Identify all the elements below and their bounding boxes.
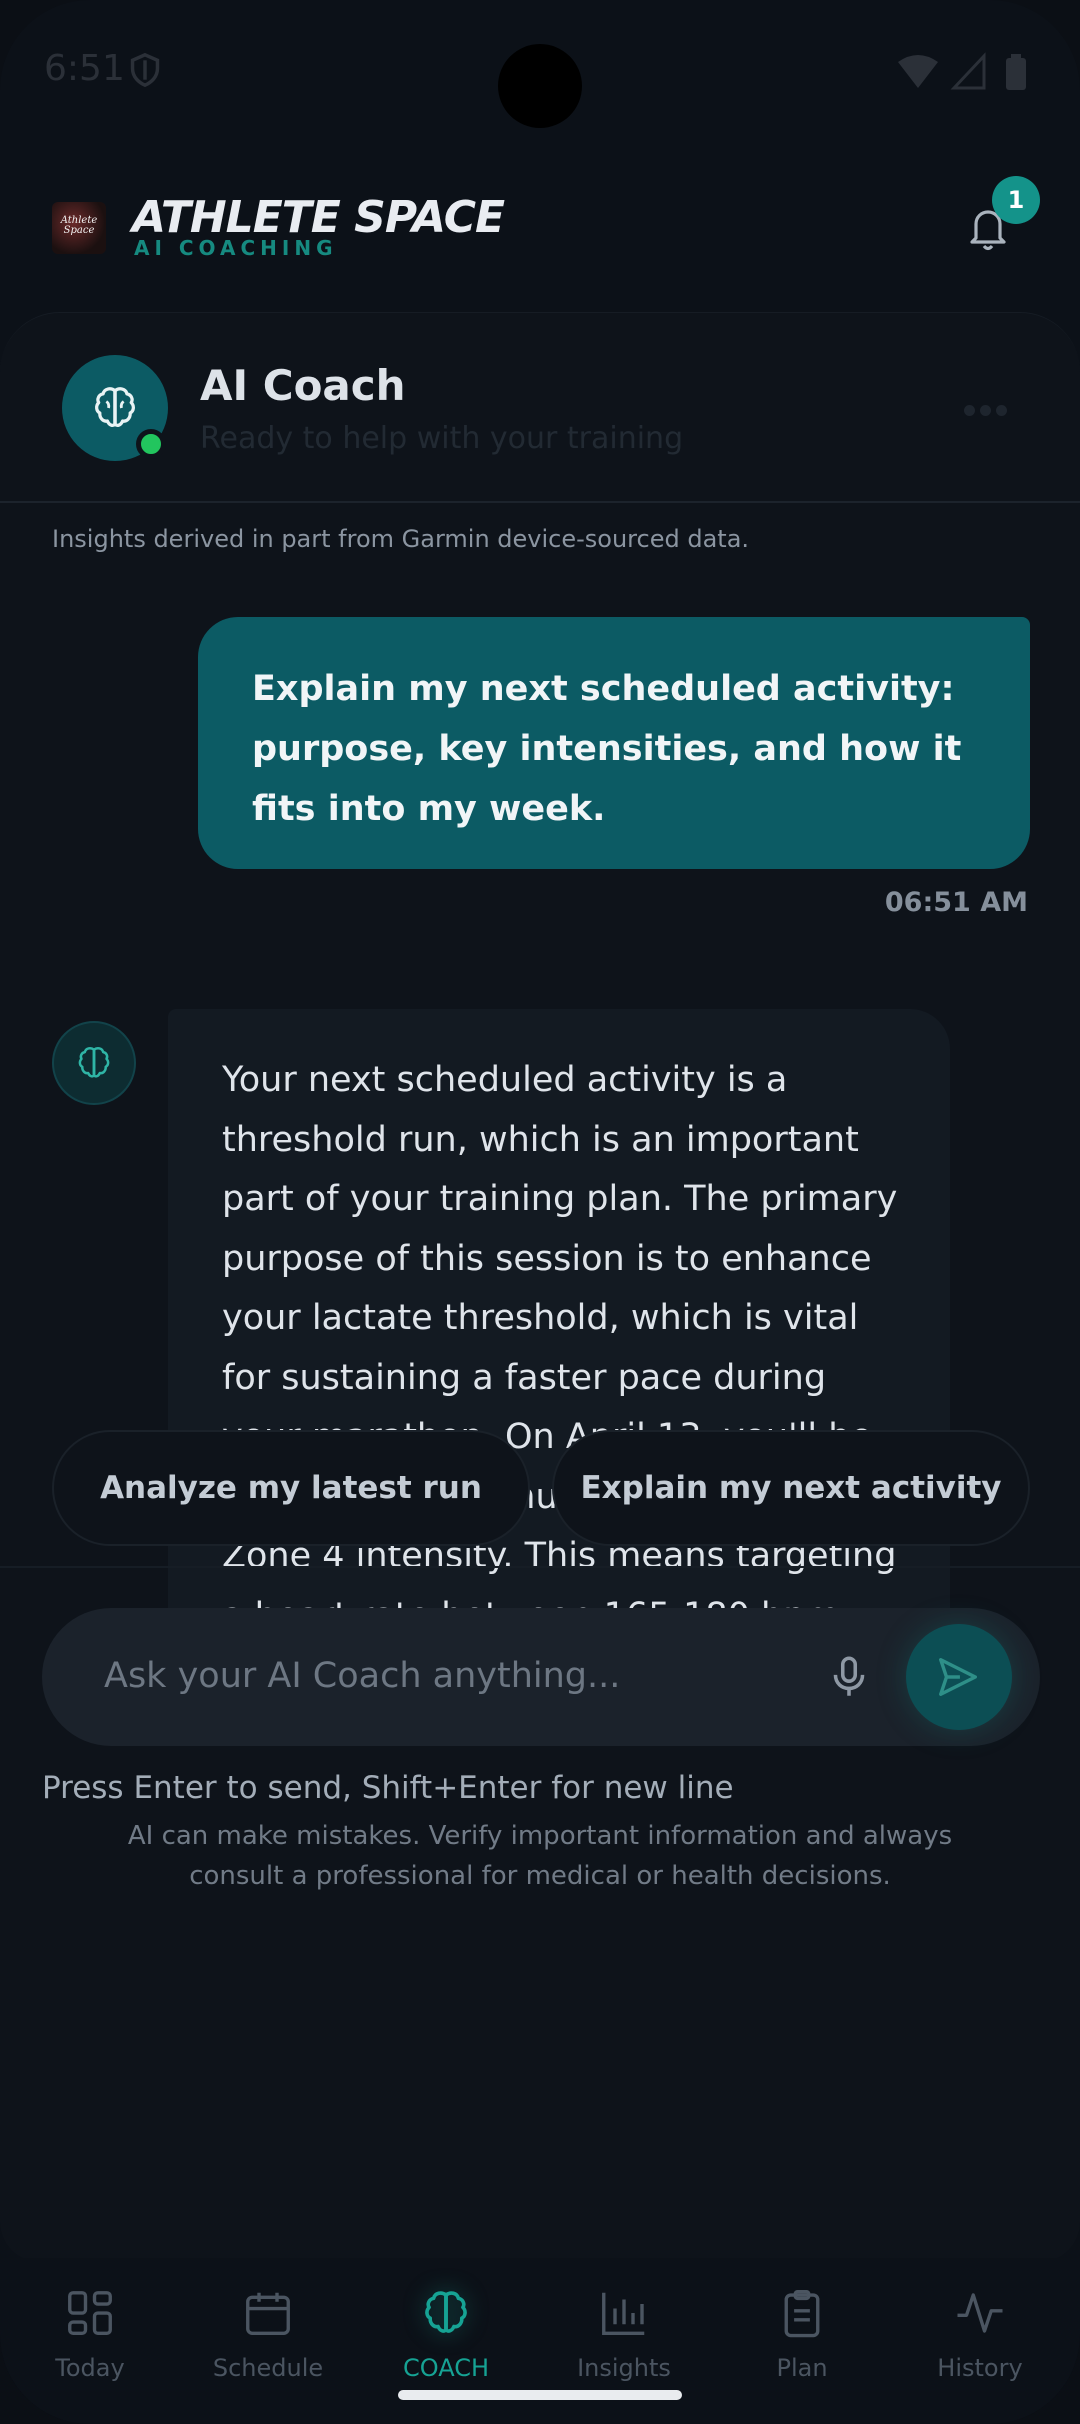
- assistant-avatar: [52, 1021, 136, 1105]
- composer-hint: Press Enter to send, Shift+Enter for new…: [42, 1770, 734, 1806]
- suggestion-analyze-latest-run[interactable]: Analyze my latest run: [52, 1430, 530, 1546]
- ai-disclaimer: AI can make mistakes. Verify important i…: [127, 1821, 953, 1891]
- chat-panel: AI Coach Ready to help with your trainin…: [0, 312, 1080, 2262]
- nav-label: COACH: [402, 2354, 490, 2382]
- nav-label: Insights: [577, 2354, 671, 2382]
- nav-history[interactable]: History: [890, 2258, 1070, 2424]
- shield-icon: [130, 52, 160, 88]
- nav-label: Schedule: [212, 2354, 324, 2382]
- brain-icon: [95, 387, 135, 427]
- nav-today[interactable]: Today: [0, 2258, 180, 2424]
- home-indicator[interactable]: [398, 2390, 682, 2400]
- brain-icon: [78, 1047, 110, 1078]
- nav-label: Today: [55, 2354, 125, 2382]
- message-timestamp: 06:51 AM: [884, 887, 1028, 918]
- dashboard-icon: [68, 2291, 112, 2335]
- nav-label: History: [937, 2354, 1023, 2382]
- clipboard-icon: [784, 2289, 820, 2338]
- send-button[interactable]: [906, 1624, 1012, 1730]
- brand-subtitle: AI COACHING: [134, 236, 338, 260]
- notification-badge: 1: [992, 176, 1040, 224]
- camera-cutout: [498, 44, 582, 128]
- status-icons: [898, 52, 1026, 90]
- app-logo: Athlete Space: [52, 202, 106, 254]
- online-status-dot: [136, 429, 166, 459]
- chat-input[interactable]: [104, 1648, 804, 1704]
- divider: [0, 1566, 1080, 1568]
- nav-plan[interactable]: Plan: [712, 2258, 892, 2424]
- user-message-bubble: Explain my next scheduled activity: purp…: [198, 617, 1030, 869]
- bar-chart-icon: [602, 2292, 645, 2335]
- suggestion-explain-next-activity[interactable]: Explain my next activity: [552, 1430, 1030, 1546]
- microphone-icon[interactable]: [824, 1652, 874, 1702]
- status-time: 6:51: [44, 48, 125, 89]
- calendar-icon: [246, 2292, 290, 2335]
- send-icon: [939, 1658, 977, 1696]
- activity-icon: [957, 2293, 1003, 2333]
- coach-status: Ready to help with your training: [200, 421, 684, 456]
- message-composer: [42, 1608, 1040, 1746]
- phone-screen: 6:51 Athlete Space ATHLETE SPACE AI COAC…: [0, 0, 1080, 2424]
- signal-icon: [950, 52, 986, 90]
- coach-name: AI Coach: [200, 361, 406, 410]
- status-bar: 6:51: [0, 0, 1080, 140]
- battery-icon: [1006, 54, 1026, 90]
- wifi-icon: [898, 55, 938, 88]
- app-header: Athlete Space ATHLETE SPACE AI COACHING: [0, 170, 1080, 320]
- data-source-disclaimer: Insights derived in part from Garmin dev…: [52, 525, 750, 553]
- user-message-text: Explain my next scheduled activity: purp…: [252, 669, 962, 829]
- nav-label: Plan: [776, 2354, 828, 2382]
- brain-icon: [425, 2291, 467, 2333]
- nav-schedule[interactable]: Schedule: [178, 2258, 358, 2424]
- more-options-button[interactable]: [964, 401, 1012, 416]
- coach-header: AI Coach Ready to help with your trainin…: [0, 313, 1080, 503]
